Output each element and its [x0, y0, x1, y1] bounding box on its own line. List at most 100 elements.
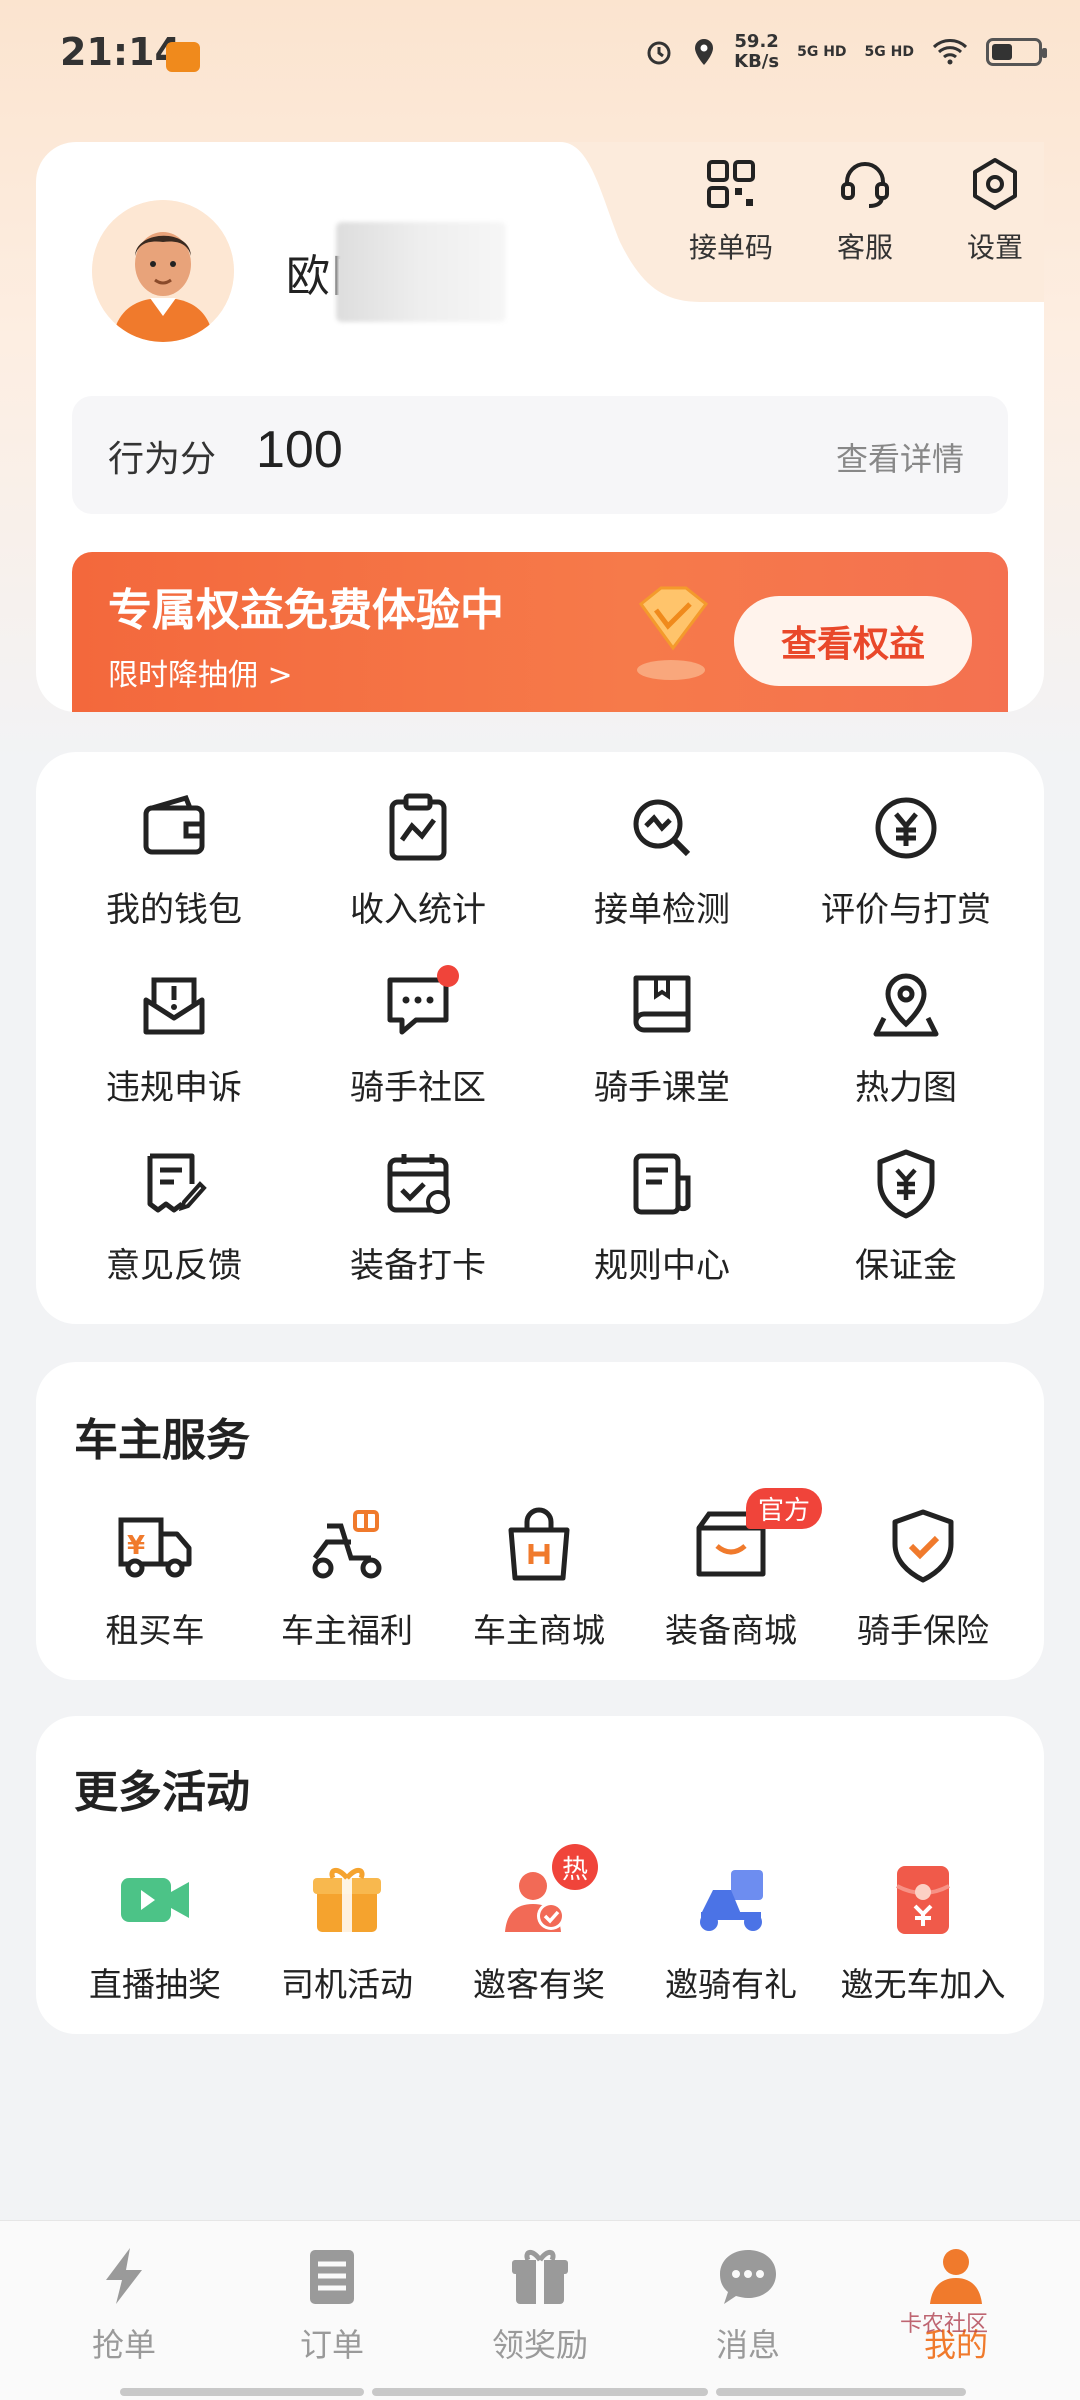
insurance-shield-icon [892, 1509, 954, 1583]
income-stats-entry[interactable]: 收入统计 [298, 792, 538, 931]
app-notification-icon [166, 42, 200, 72]
deposit-entry[interactable]: 保证金 [786, 1148, 1026, 1287]
behavior-score-label: 行为分 [108, 439, 217, 480]
appeal-entry[interactable]: 违规申诉 [54, 970, 294, 1109]
behavior-score-value: 100 [256, 421, 343, 479]
gear-checkin-label: 装备打卡 [350, 1246, 486, 1286]
speed-unit: KB/s [734, 51, 780, 72]
lightning-icon [106, 2248, 142, 2304]
hot-badge: 热 [552, 1844, 598, 1890]
owner-mall-entry[interactable]: 车主商城 [444, 1506, 634, 1652]
order-code-label: 接单码 [688, 231, 773, 264]
rent-buy-car-entry[interactable]: ¥ 租买车 [60, 1506, 250, 1652]
community-entry[interactable]: 骑手社区 [298, 965, 538, 1109]
rules-center-entry[interactable]: 规则中心 [542, 1148, 782, 1287]
gift-box-icon [313, 1868, 381, 1932]
invite-customer-entry[interactable]: 热 邀客有奖 [444, 1844, 634, 2006]
gesture-bar-right [716, 2388, 966, 2396]
settings-button[interactable]: 设置 [940, 156, 1050, 266]
person-icon [930, 2249, 982, 2304]
invite-rider-icon [700, 1870, 763, 1931]
nav-me[interactable]: 我的 [856, 2244, 1056, 2366]
owner-welfare-entry[interactable]: 车主福利 [252, 1506, 442, 1652]
nav-grab-order[interactable]: 抢单 [24, 2244, 224, 2366]
shopping-bag-icon [508, 1507, 570, 1581]
more-activities-title: 更多活动 [74, 1767, 250, 1818]
headset-icon [841, 162, 889, 208]
invite-rider-label: 邀骑有礼 [665, 1965, 797, 2004]
invite-no-car-entry[interactable]: 邀无车加入 [828, 1860, 1018, 2006]
rules-doc-icon [633, 1153, 691, 1215]
settings-label: 设置 [966, 231, 1023, 264]
avatar[interactable] [92, 200, 234, 342]
invite-rider-entry[interactable]: 邀骑有礼 [636, 1860, 826, 2006]
classroom-label: 骑手课堂 [594, 1068, 730, 1108]
customer-service-label: 客服 [836, 231, 893, 264]
gear-mall-entry[interactable]: 官方 装备商城 [636, 1488, 826, 1652]
customer-service-button[interactable]: 客服 [810, 156, 920, 266]
live-video-icon [121, 1878, 189, 1922]
alarm-icon [647, 41, 671, 65]
scooter-gift-icon [312, 1510, 382, 1579]
view-benefits-button[interactable]: 查看权益 [734, 596, 972, 686]
settings-icon [973, 158, 1017, 210]
svg-text:¥: ¥ [127, 1531, 145, 1561]
rent-truck-icon: ¥ [118, 1517, 192, 1578]
classroom-entry[interactable]: 骑手课堂 [542, 970, 782, 1109]
nav-messages-label: 消息 [715, 2326, 780, 2364]
deposit-shield-icon [877, 1149, 935, 1219]
order-check-label: 接单检测 [594, 890, 730, 930]
rating-tips-entry[interactable]: 评价与打赏 [786, 792, 1026, 931]
owner-services-title: 车主服务 [74, 1415, 250, 1466]
message-bubble-icon [720, 2250, 776, 2304]
invite-no-car-label: 邀无车加入 [840, 1965, 1006, 2004]
order-check-icon [633, 799, 691, 857]
live-lottery-entry[interactable]: 直播抽奖 [60, 1860, 250, 2006]
nav-grab-order-label: 抢单 [91, 2326, 156, 2364]
driver-activity-entry[interactable]: 司机活动 [252, 1860, 442, 2006]
rider-insurance-label: 骑手保险 [857, 1611, 989, 1650]
feedback-icon [147, 1153, 207, 1213]
gear-mall-label: 装备商城 [665, 1611, 797, 1650]
status-indicators: 59.2 KB/s 5G HD 5G HD [644, 31, 1047, 72]
order-list-icon [310, 2250, 354, 2304]
nav-orders[interactable]: 订单 [232, 2244, 432, 2366]
feedback-entry[interactable]: 意见反馈 [54, 1148, 294, 1287]
rider-insurance-entry[interactable]: 骑手保险 [828, 1506, 1018, 1652]
promo-subtitle[interactable]: 限时降抽佣 > [108, 650, 293, 694]
name-redaction [336, 222, 506, 322]
wallet-label: 我的钱包 [106, 890, 242, 930]
appeal-label: 违规申诉 [106, 1068, 242, 1108]
status-bar: 21:14 59.2 KB/s 5G HD 5G HD [0, 0, 1080, 110]
view-details-link[interactable]: 查看详情 [836, 434, 964, 480]
order-code-button[interactable]: 接单码 [676, 156, 786, 266]
network-indicator-2: 5G HD [864, 44, 914, 60]
rules-center-label: 规则中心 [594, 1246, 730, 1286]
location-icon [695, 39, 714, 65]
reward-gift-icon [512, 2250, 568, 2304]
invite-customer-label: 邀客有奖 [473, 1965, 605, 2004]
income-stats-label: 收入统计 [350, 890, 486, 930]
wallet-entry[interactable]: 我的钱包 [54, 792, 294, 931]
avatar-illustration [92, 200, 234, 342]
nav-orders-label: 订单 [299, 2326, 364, 2364]
gear-checkin-entry[interactable]: 装备打卡 [298, 1148, 538, 1287]
speed-value: 59.2 [734, 31, 779, 52]
income-chart-icon [389, 793, 447, 861]
order-check-entry[interactable]: 接单检测 [542, 792, 782, 931]
nav-messages[interactable]: 消息 [648, 2244, 848, 2366]
nav-rewards[interactable]: 领奖励 [440, 2244, 640, 2366]
official-badge: 官方 [746, 1488, 823, 1529]
deposit-label: 保证金 [855, 1246, 957, 1286]
feedback-label: 意见反馈 [106, 1246, 242, 1286]
heatmap-entry[interactable]: 热力图 [786, 970, 1026, 1109]
community-chat-icon [387, 965, 459, 1035]
diamond-icon [637, 586, 709, 680]
wifi-icon [932, 39, 968, 65]
status-time: 21:14 [60, 30, 181, 74]
watermark: 卡农社区 [900, 2312, 989, 2337]
rent-buy-car-label: 租买车 [105, 1611, 205, 1650]
gesture-bar-center [372, 2388, 708, 2396]
wallet-icon [143, 794, 205, 855]
live-lottery-label: 直播抽奖 [89, 1965, 221, 2004]
